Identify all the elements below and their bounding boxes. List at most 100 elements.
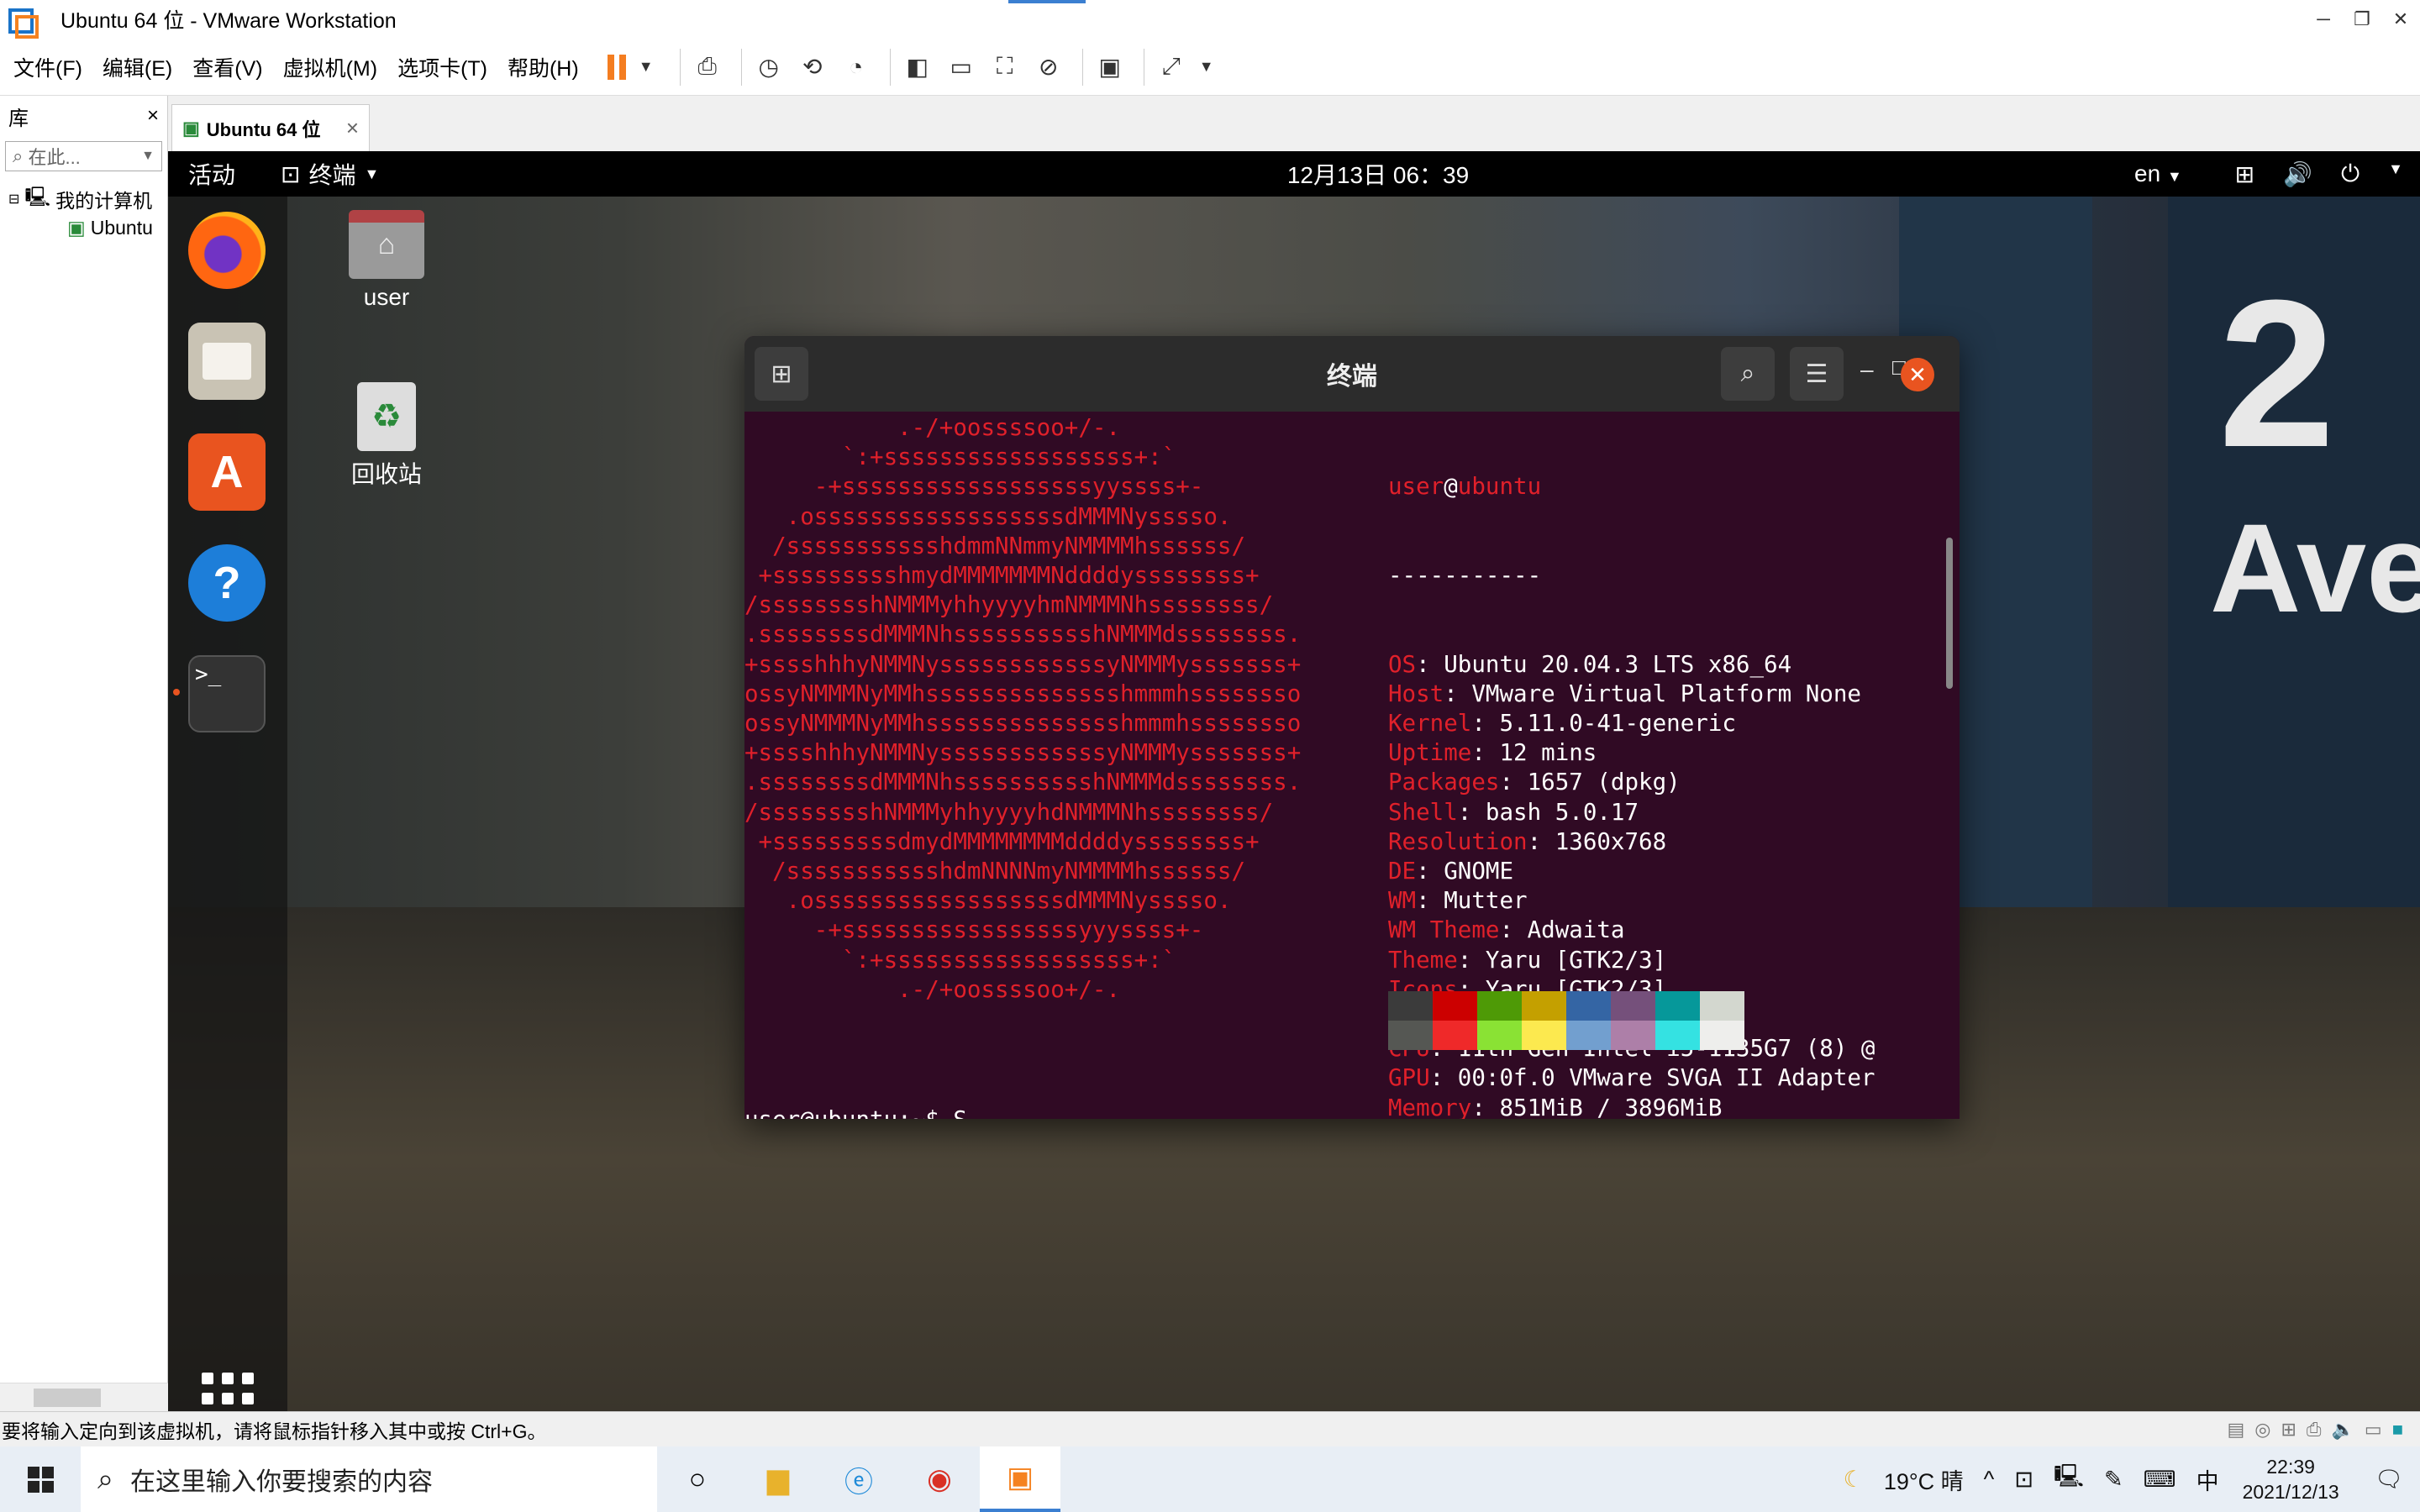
status-text: 要将输入定向到该虚拟机，请将鼠标指针移入其中或按 Ctrl+G。 (2, 1420, 547, 1442)
volume-icon[interactable]: 🔊 (2283, 160, 2312, 188)
color-swatch (1566, 991, 1611, 1021)
guest-display[interactable]: 2 Ave 活动 ⊡ 终端 ▼ 12月13日 06：39 en ▼ ⊞ 🔊 ⏻ ▼ … (168, 151, 2420, 1411)
snapshot-icon[interactable]: ◷ (750, 49, 787, 86)
hdd-icon[interactable]: ▤ (2227, 1419, 2244, 1441)
shell-prompt[interactable]: user@ubuntu:~$ S (744, 1105, 967, 1119)
tab-close-button[interactable]: × (346, 115, 359, 141)
vm-tray-icon[interactable]: ⊡ (2014, 1467, 2033, 1493)
library-search-input[interactable]: ⌕ 在此... ▼ (5, 141, 162, 171)
send-ctrl-alt-del-icon[interactable]: ⎙ (689, 49, 726, 86)
file-explorer-icon[interactable]: ▆ (738, 1446, 818, 1512)
network-icon[interactable]: ⊞ (2235, 160, 2254, 188)
menu-tabs[interactable]: 选项卡(T) (397, 52, 487, 82)
help-icon[interactable]: ? (188, 544, 266, 622)
color-swatches (1388, 991, 1744, 1050)
weather-text[interactable]: 19°C 晴 (1884, 1463, 1964, 1496)
minimize-icon[interactable]: – (1860, 356, 1874, 383)
tab-ubuntu[interactable]: ▣ Ubuntu 64 位 × (171, 104, 370, 151)
pause-icon[interactable] (607, 54, 626, 80)
cdrom-icon[interactable]: ◎ (2254, 1419, 2270, 1441)
new-tab-icon[interactable]: ⊞ (755, 347, 808, 401)
edge-icon[interactable]: ⓔ (818, 1446, 899, 1512)
color-swatch (1611, 991, 1655, 1021)
clock[interactable]: 12月13日 06：39 (1260, 157, 1496, 191)
color-swatch (1477, 991, 1522, 1021)
search-icon: ⌕ (13, 145, 24, 166)
console-view-icon[interactable]: ▣ (1092, 49, 1128, 86)
logo-line: /sssssssshNMMMyhhyyyyhmNMMMNhssssssss/ (744, 591, 1274, 619)
stretch-guest-icon[interactable]: ⤢ (1153, 49, 1190, 86)
input-language[interactable]: en ▼ (2134, 160, 2182, 187)
restore-button[interactable]: ❐ (2343, 0, 2381, 39)
taskbar-search-input[interactable]: ⌕ 在这里输入你要搜索的内容 (81, 1446, 657, 1512)
color-swatch (1700, 991, 1744, 1021)
terminal-window[interactable]: ⊞ 终端 ⌕ ☰ – ☐ ✕ .-/+oossssoo+/-. `:+sssss… (744, 336, 1960, 1119)
logo-line: +sssshhhyNMMNyssssssssssssyNMMMysssssss+ (744, 739, 1302, 767)
files-icon[interactable] (188, 323, 266, 400)
library-scrollbar[interactable] (0, 1383, 168, 1411)
weather-moon-icon[interactable]: ☾ (1844, 1467, 1864, 1493)
unity-icon[interactable]: ⊘ (1030, 49, 1067, 86)
hamburger-menu-icon[interactable]: ☰ (1790, 347, 1844, 401)
software-store-icon[interactable]: A (188, 433, 266, 511)
show-library-icon[interactable]: ◧ (899, 49, 936, 86)
menu-view[interactable]: 查看(V) (192, 52, 262, 82)
vm-icon: ▣ (67, 216, 86, 239)
vmware-taskbar-icon[interactable]: ▣ (980, 1446, 1060, 1512)
power-icon[interactable]: ⏻ (2341, 160, 2360, 188)
logo-line: .ssssssssdMMMNhsssssssssshNMMMdssssssss. (744, 769, 1302, 796)
menu-vm[interactable]: 虚拟机(M) (283, 52, 377, 82)
terminal-scrollbar[interactable] (1946, 538, 1953, 689)
close-window-button[interactable]: ✕ (2381, 0, 2420, 39)
close-icon[interactable]: ✕ (1901, 358, 1934, 391)
search-icon[interactable]: ⌕ (1721, 347, 1775, 401)
tree-item-my-computer[interactable]: ⊟ 🖳 我的计算机 (8, 185, 159, 213)
minimize-button[interactable]: ─ (2304, 0, 2343, 39)
network-adapter-icon[interactable]: ⊞ (2281, 1419, 2296, 1441)
show-hidden-icons[interactable]: ^ (1984, 1467, 1995, 1493)
fullscreen-icon[interactable]: ⛶ (986, 49, 1023, 86)
chrome-icon[interactable]: ◉ (899, 1446, 980, 1512)
taskbar-clock[interactable]: 22:39 2021/12/13 (2243, 1454, 2339, 1504)
menu-help[interactable]: 帮助(H) (508, 52, 579, 82)
logo-line: .-/+oossssoo+/-. (744, 975, 1121, 1003)
logo-line: .ossssssssssssssssssdMMMNysssso. (744, 887, 1232, 915)
display-icon[interactable]: ▭ (2365, 1419, 2382, 1441)
firefox-icon[interactable] (188, 212, 266, 289)
pen-icon[interactable]: ✎ (2104, 1467, 2123, 1493)
tree-item-ubuntu[interactable]: ▣ Ubuntu (8, 213, 159, 242)
power-dropdown-icon[interactable]: ▼ (628, 49, 665, 86)
notification-icon[interactable]: 🗨 (2375, 1466, 2403, 1493)
message-icon[interactable]: ■ (2392, 1419, 2403, 1441)
windows-logo-icon (27, 1466, 54, 1493)
search-icon: ⌕ (97, 1462, 114, 1495)
logo-line: -+sssssssssssssssssyyyssss+- (744, 916, 1204, 944)
stretch-dropdown-icon[interactable]: ▼ (1188, 49, 1225, 86)
library-close-button[interactable]: × (147, 104, 159, 128)
show-applications-icon[interactable] (202, 1373, 254, 1411)
snapshot-manager-icon[interactable]: ◔ (838, 49, 875, 86)
menu-edit[interactable]: 编辑(E) (103, 52, 172, 82)
thumbnail-bar-icon[interactable]: ▭ (943, 49, 980, 86)
revert-snapshot-icon[interactable]: ⟲ (794, 49, 831, 86)
trash-icon[interactable]: ♻ 回收站 (336, 382, 437, 490)
terminal-icon[interactable]: >_ (188, 655, 266, 732)
system-tray: ☾ 19°C 晴 ^ ⊡ 🖳 ✎ ⌨ 中 22:39 2021/12/13 🗨 (1833, 1446, 2420, 1512)
ime-indicator[interactable]: 中 (2196, 1463, 2219, 1496)
activities-button[interactable]: 活动 (188, 157, 235, 191)
menu-file[interactable]: 文件(F) (13, 52, 82, 82)
gnome-topbar: 活动 ⊡ 终端 ▼ 12月13日 06：39 en ▼ ⊞ 🔊 ⏻ ▼ (168, 151, 2420, 197)
keyboard-icon[interactable]: ⌨ (2144, 1467, 2176, 1493)
sound-icon[interactable]: 🔈 (2332, 1419, 2354, 1441)
network-icon[interactable]: 🖳 (2054, 1460, 2084, 1499)
chevron-down-icon[interactable]: ▼ (2388, 160, 2403, 188)
terminal-headerbar[interactable]: ⊞ 终端 ⌕ ☰ – ☐ ✕ (744, 336, 1960, 412)
chevron-down-icon[interactable]: ▼ (141, 149, 155, 164)
start-button[interactable] (0, 1446, 81, 1512)
terminal-output[interactable]: .-/+oossssoo+/-. `:+ssssssssssssssssss+:… (744, 412, 1960, 1119)
printer-icon[interactable]: ⎙ (2307, 1419, 2322, 1441)
task-view-icon[interactable]: ○ (657, 1446, 738, 1512)
home-folder-icon[interactable]: ⌂ user (336, 210, 437, 311)
app-menu[interactable]: ⊡ 终端 ▼ (281, 157, 379, 191)
logo-line: -+ssssssssssssssssssyyssss+- (744, 473, 1204, 501)
